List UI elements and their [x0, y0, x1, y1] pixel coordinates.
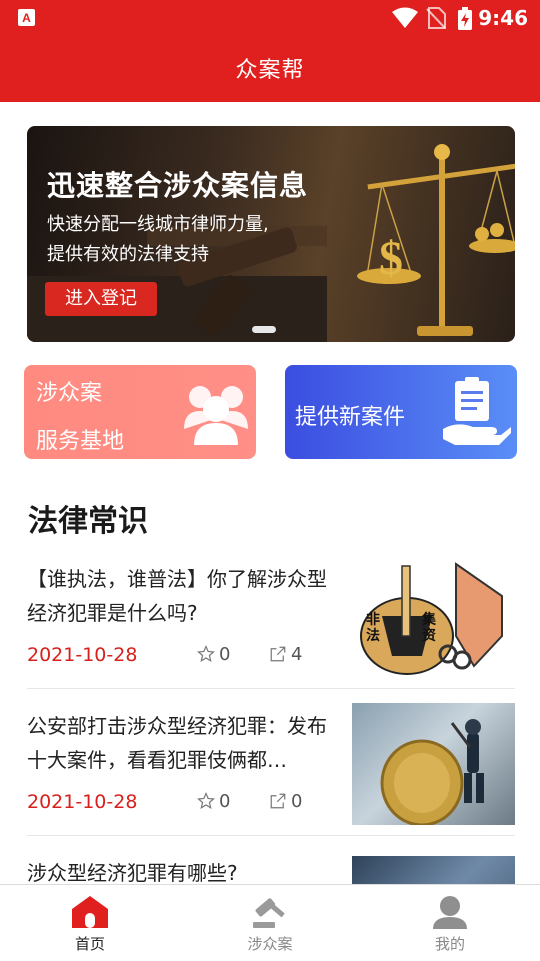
banner-subtitle-line2: 提供有效的法律支持 — [47, 244, 209, 265]
coin-miner-illustration — [380, 719, 484, 825]
news-title: 涉众型经济犯罪有哪些? — [27, 861, 238, 884]
thumb-text-right: 集资 — [422, 612, 436, 644]
favorite-count[interactable]: 0 — [197, 791, 230, 812]
news-thumbnail: 非法 集资 — [352, 556, 515, 678]
list-item[interactable]: 涉众型经济犯罪有哪些? — [27, 856, 515, 884]
app-header: A 9:46 众案帮 — [0, 0, 540, 102]
share-icon — [270, 646, 286, 662]
new-case-card[interactable]: 提供新案件 — [285, 365, 517, 459]
clipboard-hand-icon — [443, 377, 511, 445]
service-base-card[interactable]: 涉众案 服务基地 — [24, 365, 256, 459]
battery-charging-icon — [458, 7, 472, 30]
share-count-value: 4 — [291, 644, 303, 665]
status-bar: A 9:46 — [0, 0, 540, 36]
tab-profile[interactable]: 我的 — [390, 885, 510, 961]
service-card-line2: 服务基地 — [36, 429, 125, 454]
profile-icon — [433, 896, 467, 929]
carousel-indicator[interactable] — [252, 326, 276, 333]
news-title: 【谁执法，谁普法】你了解涉众型经济犯罪是什么吗? — [27, 567, 327, 625]
service-card-line1: 涉众案 — [36, 381, 103, 406]
favorite-count-value: 0 — [219, 644, 231, 665]
list-divider — [27, 688, 515, 689]
favorite-count[interactable]: 0 — [197, 644, 230, 665]
svg-text:$: $ — [379, 232, 403, 285]
tab-home-label: 首页 — [74, 935, 105, 953]
bottom-tab-bar: 首页 涉众案 我的 — [0, 884, 540, 961]
page-title: 众案帮 — [235, 58, 305, 83]
share-count[interactable]: 0 — [269, 791, 302, 812]
news-date: 2021-10-28 — [27, 644, 138, 666]
news-thumbnail — [352, 703, 515, 825]
gavel-icon — [253, 898, 285, 928]
share-count[interactable]: 4 — [269, 644, 302, 665]
news-title: 公安部打击涉众型经济犯罪：发布十大案件，看看犯罪伎俩都… — [27, 714, 327, 772]
tab-cases[interactable]: 涉众案 — [210, 885, 330, 961]
app-notification-icon: A — [18, 9, 35, 26]
news-thumbnail — [352, 856, 515, 884]
favorite-count-value: 0 — [219, 791, 231, 812]
no-sim-icon — [426, 7, 446, 29]
svg-text:A: A — [22, 11, 31, 25]
new-case-label: 提供新案件 — [295, 405, 406, 430]
banner-headline: 迅速整合涉众案信息 — [47, 169, 309, 202]
status-time: 9:46 — [478, 6, 528, 30]
section-title-legal: 法律常识 — [28, 504, 148, 539]
banner-subtitle-line1: 快速分配一线城市律师力量, — [47, 214, 269, 235]
list-item[interactable]: 【谁执法，谁普法】你了解涉众型经济犯罪是什么吗? 2021-10-28 0 4 … — [27, 556, 515, 690]
home-icon — [72, 896, 108, 928]
tab-cases-label: 涉众案 — [247, 935, 293, 953]
share-count-value: 0 — [291, 791, 303, 812]
register-button[interactable]: 进入登记 — [45, 282, 157, 316]
share-icon — [270, 793, 286, 809]
list-divider — [27, 835, 515, 836]
star-icon — [197, 792, 215, 809]
news-date: 2021-10-28 — [27, 791, 138, 813]
wifi-icon — [392, 7, 418, 28]
star-icon — [197, 645, 215, 662]
group-users-icon — [184, 386, 248, 445]
thumb-text-left: 非法 — [366, 612, 380, 644]
promo-banner[interactable]: $ 迅速整合涉众案信息 快速分配一线城市律师力量, 提供有效的法律支持 进入登记 — [27, 126, 515, 342]
tab-profile-label: 我的 — [434, 935, 465, 953]
list-item[interactable]: 公安部打击涉众型经济犯罪：发布十大案件，看看犯罪伎俩都… 2021-10-28 … — [27, 703, 515, 837]
tab-home[interactable]: 首页 — [30, 885, 150, 961]
